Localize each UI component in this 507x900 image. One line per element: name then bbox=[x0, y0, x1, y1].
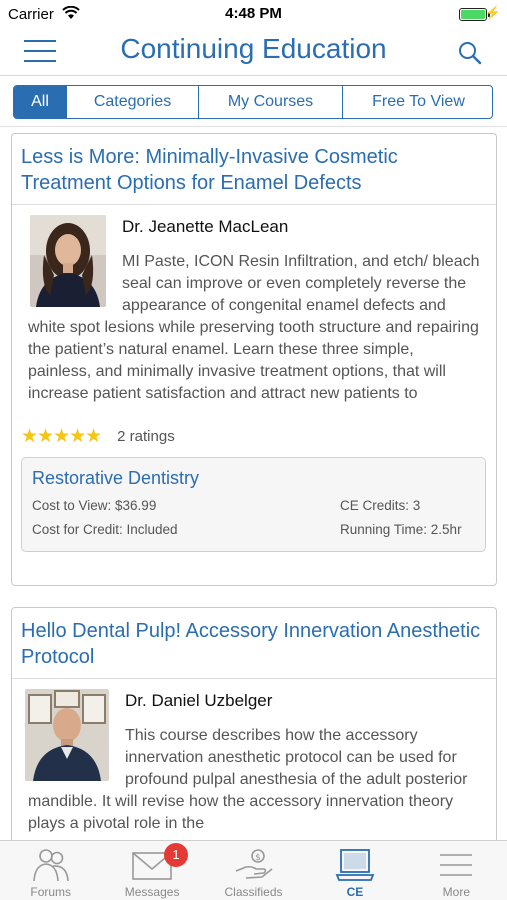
tab-classifieds[interactable]: $ Classifieds bbox=[203, 841, 304, 900]
star-rating-icon: ★★★★★ bbox=[21, 425, 102, 447]
tab-all[interactable]: All bbox=[14, 86, 67, 118]
instructor-photo bbox=[30, 215, 106, 307]
messages-badge: 1 bbox=[164, 843, 188, 867]
ce-laptop-icon bbox=[335, 849, 375, 881]
tab-forums[interactable]: Forums bbox=[0, 841, 101, 900]
ratings-count: 2 ratings bbox=[117, 427, 175, 445]
tab-forums-label: Forums bbox=[30, 885, 72, 899]
tab-ce[interactable]: CE bbox=[304, 841, 405, 900]
ce-credits: CE Credits: 3 bbox=[340, 498, 421, 513]
instructor-photo bbox=[25, 689, 109, 781]
status-bar: Carrier 4:48 PM ⚡ bbox=[0, 0, 507, 28]
nav-bar: Continuing Education bbox=[0, 28, 507, 76]
course-title[interactable]: Hello Dental Pulp! Accessory Innervation… bbox=[12, 608, 496, 679]
battery-icon bbox=[459, 8, 490, 21]
tab-more[interactable]: More bbox=[406, 841, 507, 900]
course-card[interactable]: Less is More: Minimally-Invasive Cosmeti… bbox=[11, 133, 497, 586]
cost-to-view: Cost to View: $36.99 bbox=[32, 498, 157, 513]
search-icon[interactable] bbox=[457, 40, 483, 66]
course-info-box: Restorative Dentistry Cost to View: $36.… bbox=[21, 457, 486, 552]
tab-messages-label: Messages bbox=[124, 885, 180, 899]
course-category[interactable]: Restorative Dentistry bbox=[32, 468, 475, 489]
header-divider bbox=[0, 126, 507, 127]
more-icon bbox=[440, 854, 473, 876]
tab-free-to-view[interactable]: Free To View bbox=[343, 86, 492, 118]
cost-for-credit: Cost for Credit: Included bbox=[32, 522, 178, 537]
tab-messages[interactable]: Messages bbox=[101, 841, 202, 900]
tab-my-courses[interactable]: My Courses bbox=[199, 86, 343, 118]
tab-ce-label: CE bbox=[346, 885, 364, 899]
filter-segmented-control: All Categories My Courses Free To View bbox=[13, 85, 493, 119]
course-title[interactable]: Less is More: Minimally-Invasive Cosmeti… bbox=[12, 134, 496, 205]
rating: ★★★★★ 2 ratings bbox=[21, 425, 480, 447]
course-card[interactable]: Hello Dental Pulp! Accessory Innervation… bbox=[11, 607, 497, 847]
running-time: Running Time: 2.5hr bbox=[340, 522, 462, 537]
charging-icon: ⚡ bbox=[484, 5, 501, 20]
svg-text:$: $ bbox=[255, 853, 261, 863]
forums-icon bbox=[32, 849, 69, 882]
tab-categories[interactable]: Categories bbox=[67, 86, 199, 118]
classifieds-icon: $ bbox=[235, 849, 273, 879]
page-title: Continuing Education bbox=[120, 33, 387, 64]
tab-more-label: More bbox=[442, 885, 470, 899]
tab-bar: Forums Messages $ Classifieds CE More bbox=[0, 840, 507, 900]
tab-classifieds-label: Classifieds bbox=[224, 885, 283, 899]
status-time: 4:48 PM bbox=[225, 5, 282, 22]
